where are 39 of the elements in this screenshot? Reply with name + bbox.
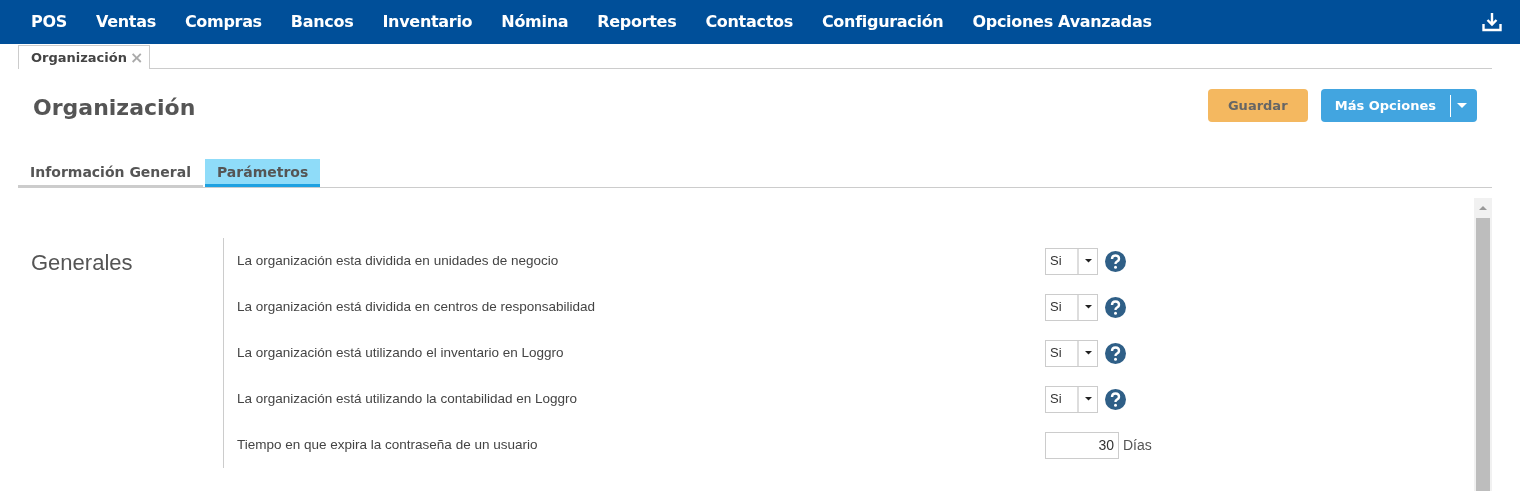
menu-item[interactable]: Opciones Avanzadas <box>972 10 1152 34</box>
help-icon[interactable] <box>1105 296 1126 318</box>
field-label: Tiempo en que expira la contraseña de un usuario <box>237 435 539 454</box>
document-tab[interactable]: Organización × <box>18 45 151 69</box>
scrollbar-thumb[interactable] <box>1476 218 1490 491</box>
field-label: La organización está dividida en centros de responsabilidad <box>237 297 596 316</box>
page-title: Organización <box>33 94 196 122</box>
caret-icon <box>1457 102 1467 109</box>
help-icon[interactable] <box>1105 250 1126 272</box>
unit-label: Días <box>1123 435 1152 455</box>
menu-item[interactable]: Ventas <box>95 10 156 34</box>
caret-icon <box>1084 259 1092 263</box>
tab-label[interactable]: Organización <box>31 47 127 68</box>
number-field[interactable]: 30 <box>1045 431 1119 459</box>
tab[interactable]: Información General <box>18 159 203 187</box>
dropdown[interactable]: Si <box>1045 385 1098 413</box>
menu-item[interactable]: Bancos <box>290 10 354 34</box>
menu-item[interactable]: Inventario <box>382 10 473 34</box>
dropdown[interactable]: Si <box>1045 247 1098 275</box>
field-label: La organización esta dividida en unidades de negocio <box>237 251 560 270</box>
caret-icon <box>1084 397 1092 401</box>
menu-item[interactable]: Reportes <box>597 10 677 34</box>
dropdown[interactable]: Si <box>1045 339 1098 367</box>
field-label: La organización está utilizando el inventario en Loggro <box>237 343 565 362</box>
menu-item[interactable]: Nómina <box>501 10 569 34</box>
tab[interactable]: Parámetros <box>205 159 321 187</box>
download-icon[interactable] <box>1482 12 1502 32</box>
caret-icon <box>1084 305 1092 309</box>
section-title: Generales <box>31 249 134 277</box>
menu-item[interactable]: Compras <box>184 10 262 34</box>
help-icon[interactable] <box>1105 388 1126 410</box>
help-icon[interactable] <box>1105 342 1126 364</box>
field-label: La organización está utilizando la contabilidad en Loggro <box>237 389 578 408</box>
menu-item[interactable]: Contactos <box>705 10 793 34</box>
caret-icon <box>1084 351 1092 355</box>
dropdown[interactable]: Si <box>1045 293 1098 321</box>
scrollbar[interactable] <box>1474 198 1492 491</box>
menu-item[interactable]: POS <box>31 10 67 34</box>
menu-item[interactable]: Configuración <box>821 10 944 34</box>
